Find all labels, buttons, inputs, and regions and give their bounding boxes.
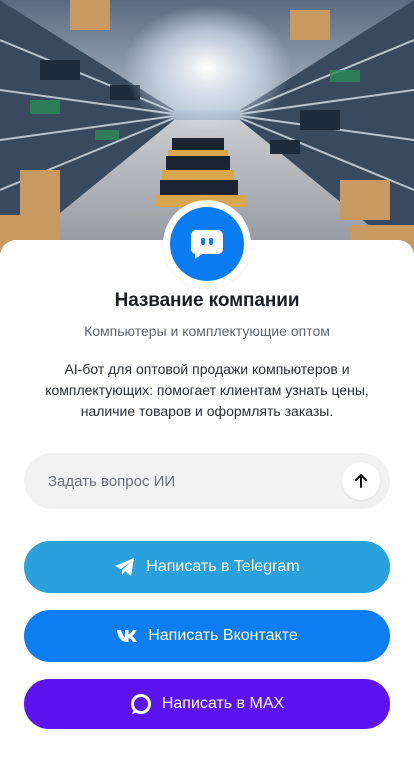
company-name: Название компании	[114, 290, 300, 311]
company-description: AI-бот для оптовой продажи компьютеров и…	[45, 361, 369, 419]
telegram-icon	[114, 557, 136, 577]
max-button-label: Написать в MAX	[161, 695, 285, 712]
ask-ai-input[interactable]	[48, 472, 342, 490]
max-chat-icon	[130, 693, 152, 715]
vkontakte-button-label: Написать Вконтакте	[148, 627, 298, 644]
arrow-up-icon	[355, 474, 367, 488]
telegram-button-label: Написать в Telegram	[146, 558, 300, 575]
ask-ai-field[interactable]	[24, 453, 390, 509]
vk-icon	[116, 629, 138, 643]
vkontakte-button[interactable]: Написать Вконтакте	[24, 610, 390, 662]
send-button[interactable]	[342, 462, 380, 500]
company-tagline: Компьютеры и комплектующие оптом	[84, 323, 330, 339]
telegram-button[interactable]: Написать в Telegram	[24, 541, 390, 593]
avatar	[163, 200, 251, 288]
max-button[interactable]: Написать в MAX	[24, 679, 390, 729]
bot-chat-icon	[170, 207, 244, 281]
